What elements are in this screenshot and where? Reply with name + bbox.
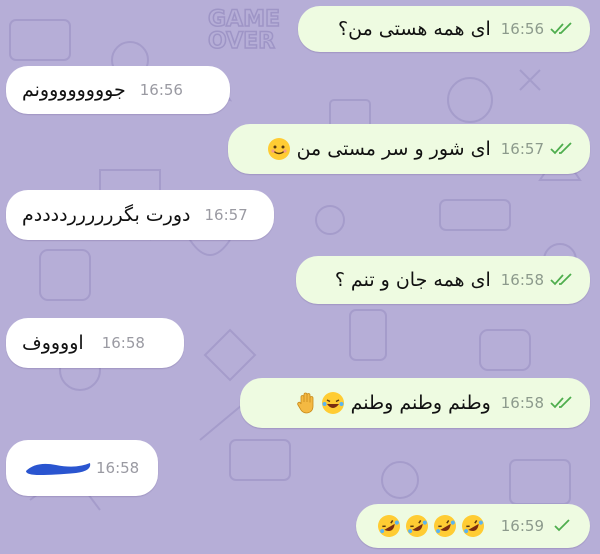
smiling-face-emoji bbox=[267, 138, 290, 160]
double-check-icon bbox=[550, 22, 572, 35]
message-text: ای همه هستی من؟ bbox=[338, 18, 491, 40]
message-bubble-outgoing[interactable]: 16:56 ای همه هستی من؟ bbox=[298, 6, 590, 52]
message-time: 16:58 bbox=[101, 334, 145, 352]
message-text: وطنم وطنم وطنم bbox=[350, 392, 491, 414]
message-meta: 16:56 bbox=[140, 81, 183, 99]
message-time: 16:56 bbox=[500, 20, 544, 38]
message-meta: 16:58 bbox=[501, 394, 574, 412]
raised-hand-emoji bbox=[296, 392, 314, 414]
rofl-emoji bbox=[405, 515, 428, 537]
message-meta: 16:58 bbox=[102, 334, 145, 352]
message-time: 16:58 bbox=[500, 394, 544, 412]
double-check-icon bbox=[550, 142, 572, 155]
message-time: 16:56 bbox=[139, 81, 183, 99]
message-time: 16:58 bbox=[96, 459, 140, 477]
rofl-emoji bbox=[461, 515, 484, 537]
message-time: 16:57 bbox=[500, 140, 544, 158]
message-bubble-outgoing[interactable]: وطنم وطنم وطنم 16:58 bbox=[240, 378, 590, 428]
message-time: 16:59 bbox=[500, 517, 544, 535]
message-meta: 16:59 bbox=[501, 517, 574, 535]
rofl-emoji bbox=[433, 515, 456, 537]
message-bubble-outgoing[interactable]: ای شور و سر مستی من 16:57 bbox=[228, 124, 590, 174]
rofl-emoji bbox=[377, 515, 400, 537]
redaction-scribble bbox=[26, 463, 91, 475]
message-meta: 16:58 bbox=[96, 459, 139, 477]
single-check-icon bbox=[554, 519, 570, 532]
double-check-icon bbox=[550, 273, 572, 286]
message-text: جوووووووونم bbox=[22, 79, 126, 101]
double-check-icon bbox=[550, 396, 572, 409]
message-text: دورت بگررررررددددم bbox=[22, 204, 191, 226]
message-time: 16:57 bbox=[204, 206, 248, 224]
message-bubble-incoming[interactable]: جوووووووونم 16:56 bbox=[6, 66, 230, 114]
message-meta: 16:58 bbox=[501, 271, 574, 289]
message-text: ای همه جان و تنم ؟ bbox=[334, 269, 491, 291]
laughing-crying-emoji bbox=[321, 392, 344, 414]
message-bubble-incoming[interactable]: دورت بگررررررددددم 16:57 bbox=[6, 190, 274, 240]
message-bubble-incoming[interactable]: 16:58 bbox=[6, 440, 158, 496]
message-text: اووووف bbox=[22, 332, 84, 354]
message-text: ای شور و سر مستی من bbox=[296, 138, 491, 160]
message-meta: 16:57 bbox=[501, 140, 574, 158]
message-time: 16:58 bbox=[500, 271, 544, 289]
message-bubble-outgoing[interactable]: 16:59 bbox=[356, 504, 590, 548]
wallpaper-over-text: OVER bbox=[208, 29, 275, 54]
message-meta: 16:57 bbox=[205, 206, 248, 224]
message-meta: 16:56 bbox=[501, 20, 574, 38]
message-bubble-incoming[interactable]: اووووف 16:58 bbox=[6, 318, 184, 368]
message-bubble-outgoing[interactable]: ای همه جان و تنم ؟ 16:58 bbox=[296, 256, 590, 304]
